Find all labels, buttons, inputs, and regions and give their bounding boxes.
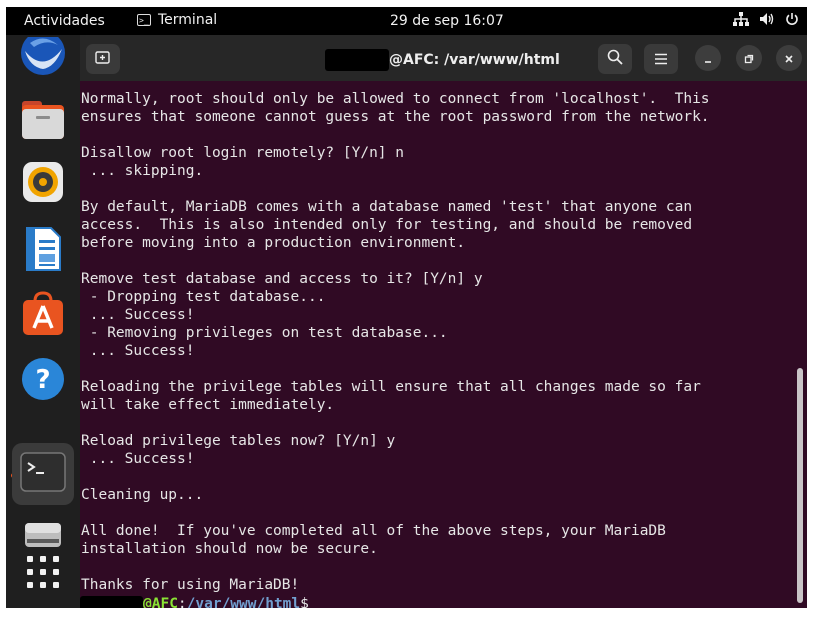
top-bar: Actividades >_ Terminal 29 de sep 16:07: [6, 7, 807, 35]
menu-button[interactable]: [644, 44, 678, 74]
grid-icon: [26, 555, 60, 593]
document-icon: [20, 226, 66, 276]
redacted-user-prompt: [80, 596, 143, 608]
dock-files[interactable]: [18, 97, 68, 147]
redacted-username: [325, 49, 389, 71]
close-button[interactable]: [776, 45, 802, 71]
power-icon: [785, 12, 799, 26]
files-icon: [20, 97, 66, 147]
drive-icon: [23, 519, 63, 553]
new-tab-icon: [95, 49, 111, 69]
network-icon: [733, 12, 749, 26]
clock[interactable]: 29 de sep 16:07: [390, 13, 504, 29]
minimize-icon: [703, 49, 713, 68]
minimize-button[interactable]: [695, 45, 721, 71]
terminal-icon: [20, 452, 66, 496]
system-menu[interactable]: [733, 12, 799, 26]
prompt-sign: $: [300, 596, 309, 608]
screen: Actividades >_ Terminal 29 de sep 16:07: [6, 7, 807, 608]
dock-help[interactable]: ?: [18, 356, 68, 406]
dock-software[interactable]: [18, 291, 68, 341]
dock: ?: [6, 31, 80, 608]
help-icon: ?: [20, 356, 66, 406]
terminal-app-icon: >_: [137, 14, 151, 26]
activities-button[interactable]: Actividades: [24, 13, 105, 29]
terminal-output[interactable]: Normally, root should only be allowed to…: [81, 90, 791, 594]
show-apps-button[interactable]: [18, 549, 68, 599]
search-icon: [607, 49, 623, 69]
dock-writer[interactable]: [18, 226, 68, 276]
shell-prompt[interactable]: @AFC : /var/www/html $: [80, 595, 309, 608]
close-icon: [784, 49, 794, 68]
thunderbird-icon: [20, 31, 66, 87]
app-menu-label: Terminal: [158, 12, 218, 28]
speaker-icon: [20, 159, 66, 209]
svg-text:?: ?: [35, 365, 50, 395]
prompt-host: @AFC: [143, 596, 178, 608]
new-tab-button[interactable]: [86, 44, 120, 74]
volume-icon: [759, 12, 775, 26]
header-bar: @AFC: /var/www/html: [80, 35, 807, 81]
dock-rhythmbox[interactable]: [18, 159, 68, 209]
prompt-separator: :: [177, 596, 187, 608]
app-menu[interactable]: >_ Terminal: [137, 12, 217, 28]
dock-thunderbird[interactable]: [18, 31, 68, 87]
window-title: @AFC: /var/www/html: [325, 49, 560, 71]
scrollbar[interactable]: [797, 368, 803, 603]
dock-terminal[interactable]: [12, 443, 74, 505]
restore-icon: [744, 49, 754, 68]
search-button[interactable]: [598, 44, 632, 74]
terminal-window: @AFC: /var/www/html Normally, root shoul…: [80, 35, 807, 608]
maximize-button[interactable]: [736, 45, 762, 71]
software-bag-icon: [20, 291, 66, 341]
hamburger-icon: [654, 50, 668, 69]
prompt-path: /var/www/html: [186, 596, 301, 608]
